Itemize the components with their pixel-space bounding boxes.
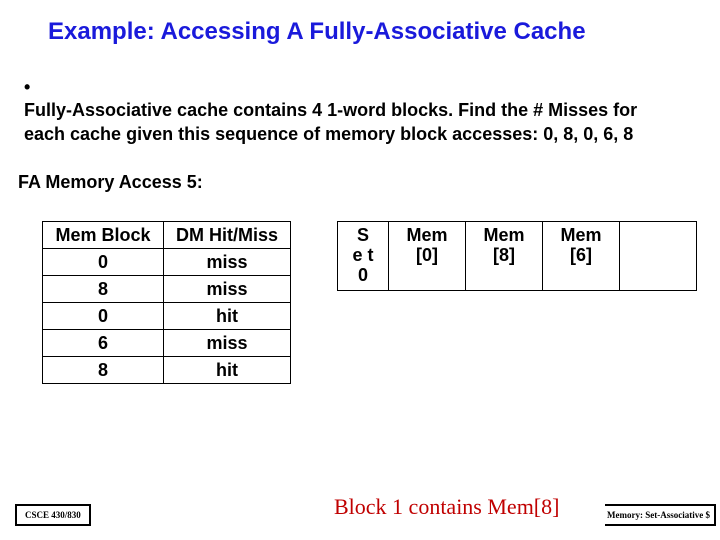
- col-header-mem8: Mem [8]: [466, 222, 543, 290]
- mem-index: [8]: [493, 245, 515, 265]
- cell: 8: [43, 357, 164, 384]
- mem-index: [6]: [570, 245, 592, 265]
- cell: hit: [164, 357, 291, 384]
- mem-index: [0]: [416, 245, 438, 265]
- col-header-memblock: Mem Block: [43, 222, 164, 249]
- col-header-mem0: Mem [0]: [389, 222, 466, 290]
- mem-label: Mem: [406, 225, 447, 245]
- table-row: 6 miss: [43, 330, 291, 357]
- table-row: 0 hit: [43, 303, 291, 330]
- cell: miss: [164, 249, 291, 276]
- conclusion-text: Block 1 contains Mem[8]: [334, 494, 559, 520]
- slide-title: Example: Accessing A Fully-Associative C…: [0, 0, 720, 46]
- subheading: FA Memory Access 5:: [0, 146, 720, 193]
- mem-label: Mem: [560, 225, 601, 245]
- cell: 0: [43, 303, 164, 330]
- table-row: 0 miss: [43, 249, 291, 276]
- cell: 6: [43, 330, 164, 357]
- cell: miss: [164, 330, 291, 357]
- footer-course-code: CSCE 430/830: [15, 504, 91, 526]
- set-value: 0: [358, 265, 368, 285]
- table-row: 8 hit: [43, 357, 291, 384]
- set-label-line1: S: [357, 225, 369, 245]
- col-header-hitmiss: DM Hit/Miss: [164, 222, 291, 249]
- col-header-mem6: Mem [6]: [543, 222, 620, 290]
- cache-state-table: S e t 0 Mem [0] Mem [8] Mem [6]: [337, 221, 697, 290]
- access-table: Mem Block DM Hit/Miss 0 miss 8 miss 0 hi…: [42, 221, 291, 384]
- bullet-text: Fully-Associative cache contains 4 1-wor…: [24, 99, 664, 146]
- cell: hit: [164, 303, 291, 330]
- bullet-dot: •: [24, 76, 38, 99]
- col-header-empty: [620, 222, 697, 290]
- col-header-set: S e t 0: [338, 222, 389, 290]
- cell: 0: [43, 249, 164, 276]
- set-label-line2: e t: [352, 245, 373, 265]
- bullet-paragraph: • Fully-Associative cache contains 4 1-w…: [0, 46, 720, 146]
- cell: 8: [43, 276, 164, 303]
- table-header-row: Mem Block DM Hit/Miss: [43, 222, 291, 249]
- table-header-row: S e t 0 Mem [0] Mem [8] Mem [6]: [338, 222, 697, 290]
- footer-topic: Memory: Set-Associative $: [605, 504, 716, 526]
- tables-row: Mem Block DM Hit/Miss 0 miss 8 miss 0 hi…: [0, 193, 720, 384]
- cell: miss: [164, 276, 291, 303]
- mem-label: Mem: [483, 225, 524, 245]
- table-row: 8 miss: [43, 276, 291, 303]
